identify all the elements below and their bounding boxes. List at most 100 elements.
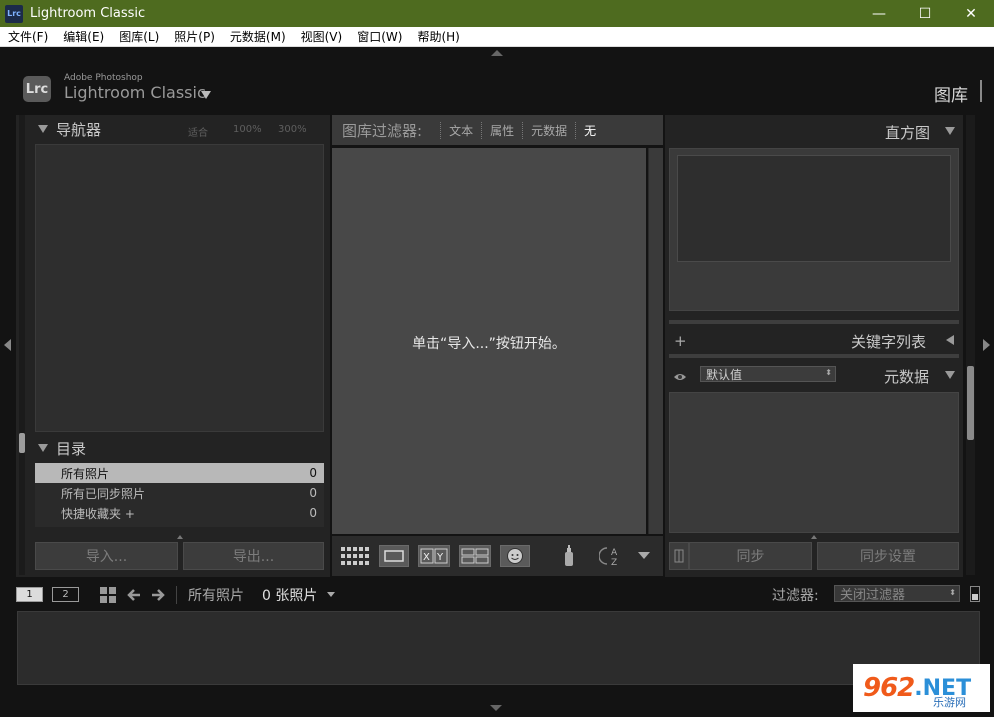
sort-direction-icon[interactable]: AZ: [598, 544, 627, 568]
left-scrollbar-thumb[interactable]: [19, 433, 25, 453]
menu-photo[interactable]: 照片(P): [166, 28, 222, 45]
right-scrollbar-thumb[interactable]: [967, 366, 974, 440]
catalog-list: 所有照片 0 所有已同步照片 0 快捷收藏夹 + 0 上一次导入 0: [35, 463, 324, 534]
filmstrip-photo-count[interactable]: 0 张照片: [262, 585, 317, 605]
window-title: Lightroom Classic: [30, 6, 146, 21]
sync-settings-button[interactable]: 同步设置: [817, 542, 959, 570]
module-library[interactable]: 图库: [934, 81, 968, 106]
back-arrow-icon[interactable]: [126, 587, 142, 603]
forward-arrow-icon[interactable]: [150, 587, 166, 603]
loupe-view-icon[interactable]: [379, 545, 409, 567]
menu-bar: 文件(F) 编辑(E) 图库(L) 照片(P) 元数据(M) 视图(V) 窗口(…: [0, 27, 994, 47]
bottom-panel-toggle-icon[interactable]: [490, 705, 502, 711]
top-panel-toggle-icon[interactable]: [491, 50, 503, 56]
catalog-title: 目录: [56, 439, 87, 458]
import-button[interactable]: 导入...: [35, 542, 178, 570]
zoom-100[interactable]: 100%: [233, 124, 262, 135]
compare-view-icon[interactable]: XY: [418, 545, 450, 567]
eye-icon[interactable]: [673, 368, 687, 380]
left-scrollbar[interactable]: [19, 115, 25, 575]
histogram-title[interactable]: 直方图: [885, 122, 930, 143]
library-toolbar: XY AZ: [332, 536, 663, 576]
filmstrip-source: 所有照片: [188, 588, 244, 604]
library-filter-bar: 图库过滤器: 文本 属性 元数据 无: [332, 115, 663, 145]
catalog-header[interactable]: 目录: [38, 434, 86, 462]
filter-none[interactable]: 无: [575, 121, 596, 139]
menu-file[interactable]: 文件(F): [0, 28, 55, 45]
panel-divider: [669, 320, 959, 324]
zoom-fit[interactable]: 适合: [188, 124, 208, 139]
add-keyword-icon[interactable]: +: [674, 332, 687, 350]
menu-library[interactable]: 图库(L): [111, 28, 166, 45]
svg-text:Z: Z: [611, 558, 617, 568]
navigator-preview[interactable]: [35, 144, 324, 432]
grid-view-icon[interactable]: [340, 545, 370, 567]
library-filter-title: 图库过滤器:: [342, 121, 423, 140]
filmstrip-divider: [176, 586, 177, 604]
panel-resize-icon[interactable]: [811, 535, 817, 539]
identity-menu-chevron-down-icon[interactable]: [201, 91, 211, 99]
grid-view-shortcut-icon[interactable]: [100, 587, 116, 603]
close-button[interactable]: ✕: [948, 0, 994, 27]
lightroom-window: Lrc Lightroom Classic — ☐ ✕ 文件(F) 编辑(E) …: [0, 0, 994, 717]
collapse-triangle-icon: [38, 125, 48, 133]
filmstrip-filter-select[interactable]: 关闭过滤器 ⬍: [834, 585, 960, 603]
svg-text:A: A: [611, 548, 618, 558]
sync-button[interactable]: 同步: [689, 542, 812, 570]
maximize-button[interactable]: ☐: [902, 0, 948, 27]
grid-scrollbar[interactable]: [648, 148, 663, 534]
brand-subtitle: Adobe Photoshop: [64, 73, 143, 83]
right-panel-toggle-icon[interactable]: [983, 339, 990, 351]
svg-text:X: X: [423, 552, 430, 563]
grid-view[interactable]: 单击“导入...”按钮开始。: [332, 148, 646, 534]
filter-attribute[interactable]: 属性: [481, 121, 514, 139]
menu-help[interactable]: 帮助(H): [409, 28, 466, 45]
menu-window[interactable]: 窗口(W): [349, 28, 409, 45]
filter-text[interactable]: 文本: [440, 121, 473, 139]
menu-view[interactable]: 视图(V): [293, 28, 350, 45]
filter-lock-icon[interactable]: [970, 586, 980, 602]
menu-metadata[interactable]: 元数据(M): [222, 28, 293, 45]
metadata-preset-select[interactable]: 默认值 ⬍: [700, 366, 836, 382]
filmstrip[interactable]: [17, 611, 980, 685]
filmstrip-filter-label: 过滤器:: [772, 588, 819, 604]
title-bar: Lrc Lightroom Classic — ☐ ✕: [0, 0, 994, 27]
catalog-item-quick-collection[interactable]: 快捷收藏夹 + 0: [35, 503, 324, 523]
filter-metadata[interactable]: 元数据: [522, 121, 567, 139]
people-view-icon[interactable]: [500, 545, 530, 567]
module-separator: [980, 80, 982, 102]
lrc-logo-icon: Lrc: [23, 76, 51, 102]
catalog-item-all-photos[interactable]: 所有照片 0: [35, 463, 324, 483]
collapse-triangle-icon: [38, 444, 48, 452]
export-button[interactable]: 导出...: [183, 542, 324, 570]
svg-text:Y: Y: [436, 552, 444, 563]
navigator-header[interactable]: 导航器: [38, 115, 101, 143]
catalog-item-all-synced[interactable]: 所有已同步照片 0: [35, 483, 324, 503]
menu-edit[interactable]: 编辑(E): [55, 28, 111, 45]
brand-title: Lightroom Classic: [64, 83, 206, 102]
panel-divider: [669, 354, 959, 358]
source-chevron-down-icon[interactable]: [327, 592, 335, 597]
second-window-button[interactable]: 2: [52, 587, 79, 602]
window-controls: — ☐ ✕: [856, 0, 994, 27]
painter-spray-can-icon[interactable]: [562, 544, 576, 568]
navigator-title: 导航器: [56, 120, 102, 139]
toolbar-options-chevron-down-icon[interactable]: [638, 552, 650, 559]
main-window-button[interactable]: 1: [16, 587, 43, 602]
metadata-panel: [669, 392, 959, 533]
app-logo-icon: Lrc: [5, 4, 23, 23]
empty-grid-message: 单击“导入...”按钮开始。: [412, 336, 566, 352]
metadata-collapse-icon[interactable]: [945, 371, 955, 379]
survey-view-icon[interactable]: [459, 545, 491, 567]
sync-toggle-icon[interactable]: [669, 542, 689, 570]
select-updown-icon: ⬍: [825, 368, 832, 377]
zoom-300[interactable]: 300%: [278, 124, 307, 135]
right-scrollbar[interactable]: [966, 115, 975, 575]
keyword-list-expand-icon[interactable]: [946, 335, 954, 345]
metadata-title[interactable]: 元数据: [884, 366, 929, 387]
left-panel-toggle-icon[interactable]: [4, 339, 11, 351]
minimize-button[interactable]: —: [856, 0, 902, 27]
panel-resize-icon[interactable]: [177, 535, 183, 539]
histogram-collapse-icon[interactable]: [945, 127, 955, 135]
keyword-list-title[interactable]: 关键字列表: [851, 331, 926, 352]
